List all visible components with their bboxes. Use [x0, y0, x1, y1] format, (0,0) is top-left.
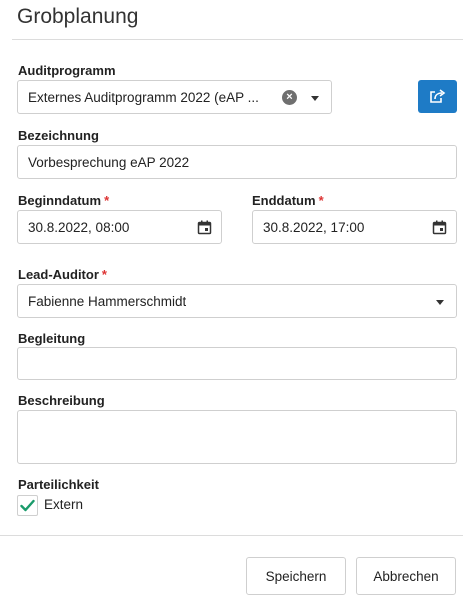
- designation-value: Vorbesprechung eAP 2022: [28, 154, 190, 170]
- header-divider: [12, 39, 463, 40]
- lead-auditor-select[interactable]: Fabienne Hammerschmidt: [17, 284, 457, 318]
- caret-down-icon[interactable]: [436, 300, 444, 305]
- save-button[interactable]: Speichern: [246, 557, 346, 595]
- calendar-icon[interactable]: [197, 220, 212, 235]
- audit-program-label: Auditprogramm: [18, 63, 116, 78]
- lead-auditor-value: Fabienne Hammerschmidt: [28, 293, 187, 309]
- cancel-button[interactable]: Abbrechen: [356, 557, 456, 595]
- audit-program-select[interactable]: Externes Auditprogramm 2022 (eAP ... ×: [17, 80, 332, 114]
- calendar-icon[interactable]: [432, 220, 447, 235]
- open-audit-program-button[interactable]: [418, 80, 457, 113]
- start-date-input[interactable]: 30.8.2022, 08:00: [17, 210, 222, 244]
- end-date-value: 30.8.2022, 17:00: [263, 219, 365, 235]
- start-date-label: Beginndatum *: [18, 193, 109, 208]
- grobplanung-dialog: Grobplanung Auditprogramm Externes Audit…: [0, 0, 463, 603]
- audit-program-value: Externes Auditprogramm 2022 (eAP ...: [28, 89, 259, 105]
- lead-auditor-label-text: Lead-Auditor: [18, 267, 99, 282]
- lead-auditor-label: Lead-Auditor *: [18, 267, 107, 282]
- partiality-label: Parteilichkeit: [18, 477, 99, 492]
- external-link-icon: [430, 89, 446, 103]
- extern-checkbox-label[interactable]: Extern: [44, 497, 83, 512]
- designation-label: Bezeichnung: [18, 128, 99, 143]
- end-date-label: Enddatum *: [252, 193, 324, 208]
- required-marker: *: [318, 193, 324, 208]
- end-date-label-text: Enddatum: [252, 193, 316, 208]
- end-date-input[interactable]: 30.8.2022, 17:00: [252, 210, 457, 244]
- description-textarea[interactable]: [17, 410, 457, 464]
- description-label: Beschreibung: [18, 393, 105, 408]
- dialog-title: Grobplanung: [17, 5, 139, 28]
- footer-divider: [0, 535, 463, 536]
- escort-label: Begleitung: [18, 331, 86, 346]
- extern-checkbox[interactable]: [17, 495, 38, 516]
- escort-input[interactable]: [17, 347, 457, 380]
- designation-input[interactable]: Vorbesprechung eAP 2022: [17, 145, 457, 179]
- checkmark-icon: [20, 499, 35, 512]
- required-marker: *: [101, 267, 107, 282]
- start-date-value: 30.8.2022, 08:00: [28, 219, 130, 235]
- chevron-down-icon[interactable]: [311, 96, 319, 101]
- clear-icon[interactable]: ×: [282, 90, 297, 105]
- start-date-label-text: Beginndatum: [18, 193, 102, 208]
- required-marker: *: [104, 193, 110, 208]
